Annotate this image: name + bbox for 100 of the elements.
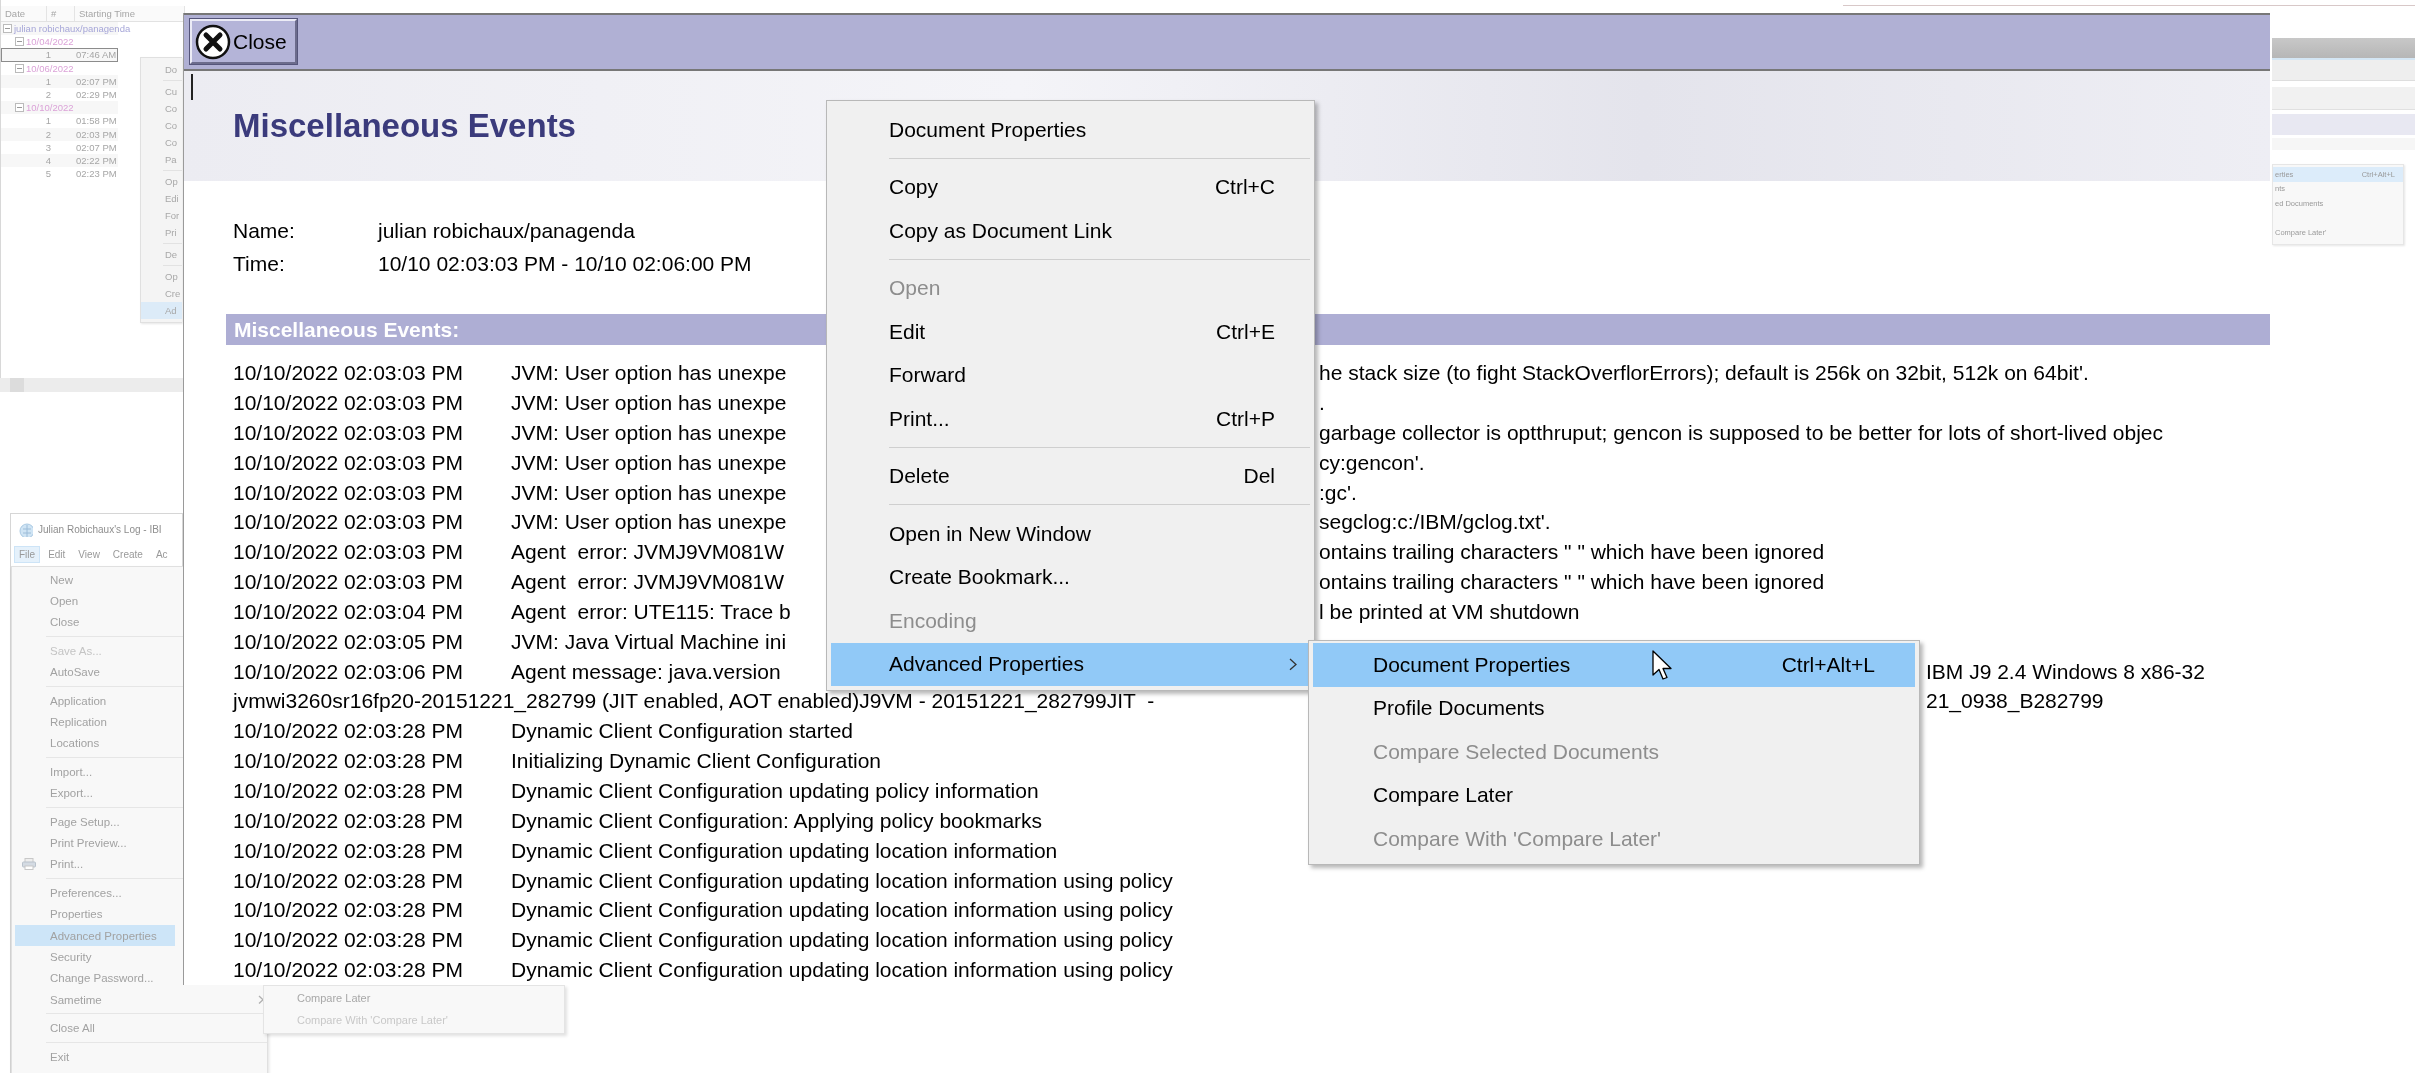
log-timestamp: 10/10/2022 02:03:04 PM xyxy=(233,599,463,624)
log-message: IBM J9 2.4 Windows 8 x86-32 xyxy=(1926,659,2205,684)
log-message: he stack size (to fight StackOverflorErrors); default is 256k on 32bit, 512k on 64bit'. xyxy=(1319,361,2089,386)
log-timestamp: 10/10/2022 02:03:05 PM xyxy=(233,629,463,654)
tree-row[interactable]: 2 02:03 PM xyxy=(1,127,118,141)
log-timestamp: 10/10/2022 02:03:28 PM xyxy=(233,779,463,803)
log-message: JVM: User option has unexpe xyxy=(511,450,787,475)
menu-item[interactable]: Document Properties Ctrl+Alt+L xyxy=(1313,643,1915,687)
tree-row[interactable]: 1 02:07 PM xyxy=(1,74,118,88)
log-message: JVM: User option has unexpe xyxy=(511,420,787,445)
tree-row[interactable]: 3 02:07 PM xyxy=(1,140,118,154)
menu-item[interactable]: Op xyxy=(141,173,182,190)
menu-item[interactable]: Print... Ctrl+P xyxy=(831,397,1310,441)
menu-item[interactable]: Cre xyxy=(141,285,182,302)
log-message: JVM: User option has unexpe xyxy=(511,510,787,535)
log-message: Agent error: UTE115: Trace b xyxy=(511,599,791,624)
log-timestamp: 10/10/2022 02:03:03 PM xyxy=(233,570,463,595)
scrollbar[interactable] xyxy=(0,378,183,392)
log-timestamp: 10/10/2022 02:03:03 PM xyxy=(233,391,463,416)
menu-item[interactable]: Replication xyxy=(15,711,175,733)
close-button[interactable]: Close xyxy=(190,19,297,65)
menu-item[interactable]: Co xyxy=(141,117,182,134)
field-value: 10/10 02:03:03 PM - 10/10 02:06:00 PM xyxy=(378,251,752,276)
menu-item[interactable]: Compare Later xyxy=(1313,773,1915,817)
menu-item[interactable]: New xyxy=(15,569,175,591)
menu-item[interactable]: AutoSave xyxy=(15,661,175,683)
log-timestamp: 10/10/2022 02:03:03 PM xyxy=(233,450,463,475)
log-message: :gc'. xyxy=(1319,480,1357,505)
tree-row[interactable]: 1 07:46 AM xyxy=(1,48,118,62)
menu-item[interactable]: Pri xyxy=(141,224,182,241)
tree-row[interactable]: 5 02:23 PM xyxy=(1,167,118,181)
menu-bar-item[interactable]: File xyxy=(14,546,41,563)
menu-item[interactable]: Do xyxy=(141,61,182,78)
log-timestamp: 10/10/2022 02:03:28 PM xyxy=(233,838,463,863)
menu-item[interactable]: Advanced Properties xyxy=(15,924,175,947)
log-message: Initializing Dynamic Client Configuration xyxy=(511,749,881,774)
column-header[interactable]: # xyxy=(47,6,75,21)
menu-item[interactable]: Compare Later xyxy=(264,988,564,1010)
log-message: jvmwi3260sr16fp20-20151221_282799 (JIT enabled, AOT enabled)J9VM - 20151221_282799JIT - xyxy=(233,689,1155,714)
window-title: Julian Robichaux's Log - IBI xyxy=(38,524,162,535)
menu-item[interactable]: Create Bookmark... xyxy=(831,555,1310,599)
log-message: ontains trailing characters " " which have been ignored xyxy=(1319,570,1825,595)
log-message: JVM: Java Virtual Machine ini xyxy=(511,629,787,654)
log-timestamp: 10/10/2022 02:03:03 PM xyxy=(233,480,463,505)
menu-item[interactable]: Ad xyxy=(141,302,182,319)
tree-row[interactable]: 4 02:22 PM xyxy=(1,153,118,168)
menu-item[interactable]: De xyxy=(141,246,182,263)
log-message: Agent error: JVMJ9VM081W xyxy=(511,540,785,565)
menu-item[interactable]: Security xyxy=(15,946,175,968)
menu-item[interactable]: Copy Ctrl+C xyxy=(831,165,1310,209)
menu-item[interactable]: Close All xyxy=(15,1017,175,1039)
menu-item[interactable]: Print Preview... xyxy=(15,832,175,854)
menu-bar-item[interactable]: Ac xyxy=(150,546,173,563)
menu-item[interactable]: Profile Documents xyxy=(1313,686,1915,730)
menu-item[interactable]: Print... xyxy=(15,853,175,876)
menu-item[interactable]: Exit xyxy=(15,1045,175,1068)
tree-row[interactable]: 1 01:58 PM xyxy=(1,114,118,128)
menu-item[interactable]: Properties xyxy=(15,903,175,925)
log-timestamp: 10/10/2022 02:03:03 PM xyxy=(233,510,463,535)
menu-item[interactable]: Forward xyxy=(831,353,1310,397)
menu-bar-item[interactable]: Edit xyxy=(43,546,71,563)
tree-root-label[interactable]: julian robichaux/panagenda xyxy=(14,23,131,35)
menu-item[interactable]: Co xyxy=(141,100,182,117)
log-message: Dynamic Client Configuration updating policy information xyxy=(511,779,1039,803)
menu-item[interactable]: Sametime xyxy=(15,989,264,1011)
menu-item[interactable]: Op xyxy=(141,268,182,285)
menu-item[interactable]: Delete Del xyxy=(831,454,1310,498)
log-message: l be printed at VM shutdown xyxy=(1319,599,1580,624)
menu-item[interactable]: Co xyxy=(141,134,182,151)
app-icon xyxy=(19,522,33,537)
menu-item[interactable]: Open xyxy=(15,590,175,612)
log-message: Agent message: java.version xyxy=(511,659,781,684)
log-message: JVM: User option has unexpe xyxy=(511,391,787,416)
menu-item[interactable]: Pa xyxy=(141,151,182,168)
menu-item[interactable]: Locations xyxy=(15,732,175,755)
menu-item[interactable]: Advanced Properties xyxy=(831,642,1310,686)
menu-item[interactable]: Open in New Window xyxy=(831,512,1310,556)
menu-item[interactable]: Document Properties xyxy=(831,108,1310,152)
menu-item[interactable]: Application xyxy=(15,689,175,712)
menu-item[interactable]: Copy as Document Link xyxy=(831,209,1310,253)
tree-row[interactable]: 2 02:29 PM xyxy=(1,87,118,102)
menu-item[interactable]: Preferences... xyxy=(15,882,175,904)
menu-item[interactable]: Edi xyxy=(141,190,182,207)
date-group-label[interactable]: 10/06/2022 xyxy=(26,62,74,74)
log-timestamp: 10/10/2022 02:03:28 PM xyxy=(233,719,463,744)
log-timestamp: 10/10/2022 02:03:28 PM xyxy=(233,958,463,983)
menu-item[interactable]: For xyxy=(141,207,182,224)
menu-bar-item[interactable]: Create xyxy=(107,546,148,563)
menu-bar-item[interactable]: View xyxy=(73,546,105,563)
column-header[interactable]: Date xyxy=(1,6,47,21)
menu-item[interactable]: Import... xyxy=(15,761,175,783)
log-timestamp: 10/10/2022 02:03:06 PM xyxy=(233,659,463,684)
menu-item[interactable]: Export... xyxy=(15,782,175,804)
menu-item[interactable]: Edit Ctrl+E xyxy=(831,310,1310,354)
log-message: Dynamic Client Configuration updating location information xyxy=(511,838,1058,863)
date-group-label[interactable]: 10/04/2022 xyxy=(26,36,74,48)
menu-item[interactable]: Cu xyxy=(141,83,182,100)
menu-item[interactable]: Page Setup... xyxy=(15,810,175,833)
menu-item[interactable]: Close xyxy=(15,611,175,634)
menu-item[interactable]: Change Password... xyxy=(15,967,175,990)
